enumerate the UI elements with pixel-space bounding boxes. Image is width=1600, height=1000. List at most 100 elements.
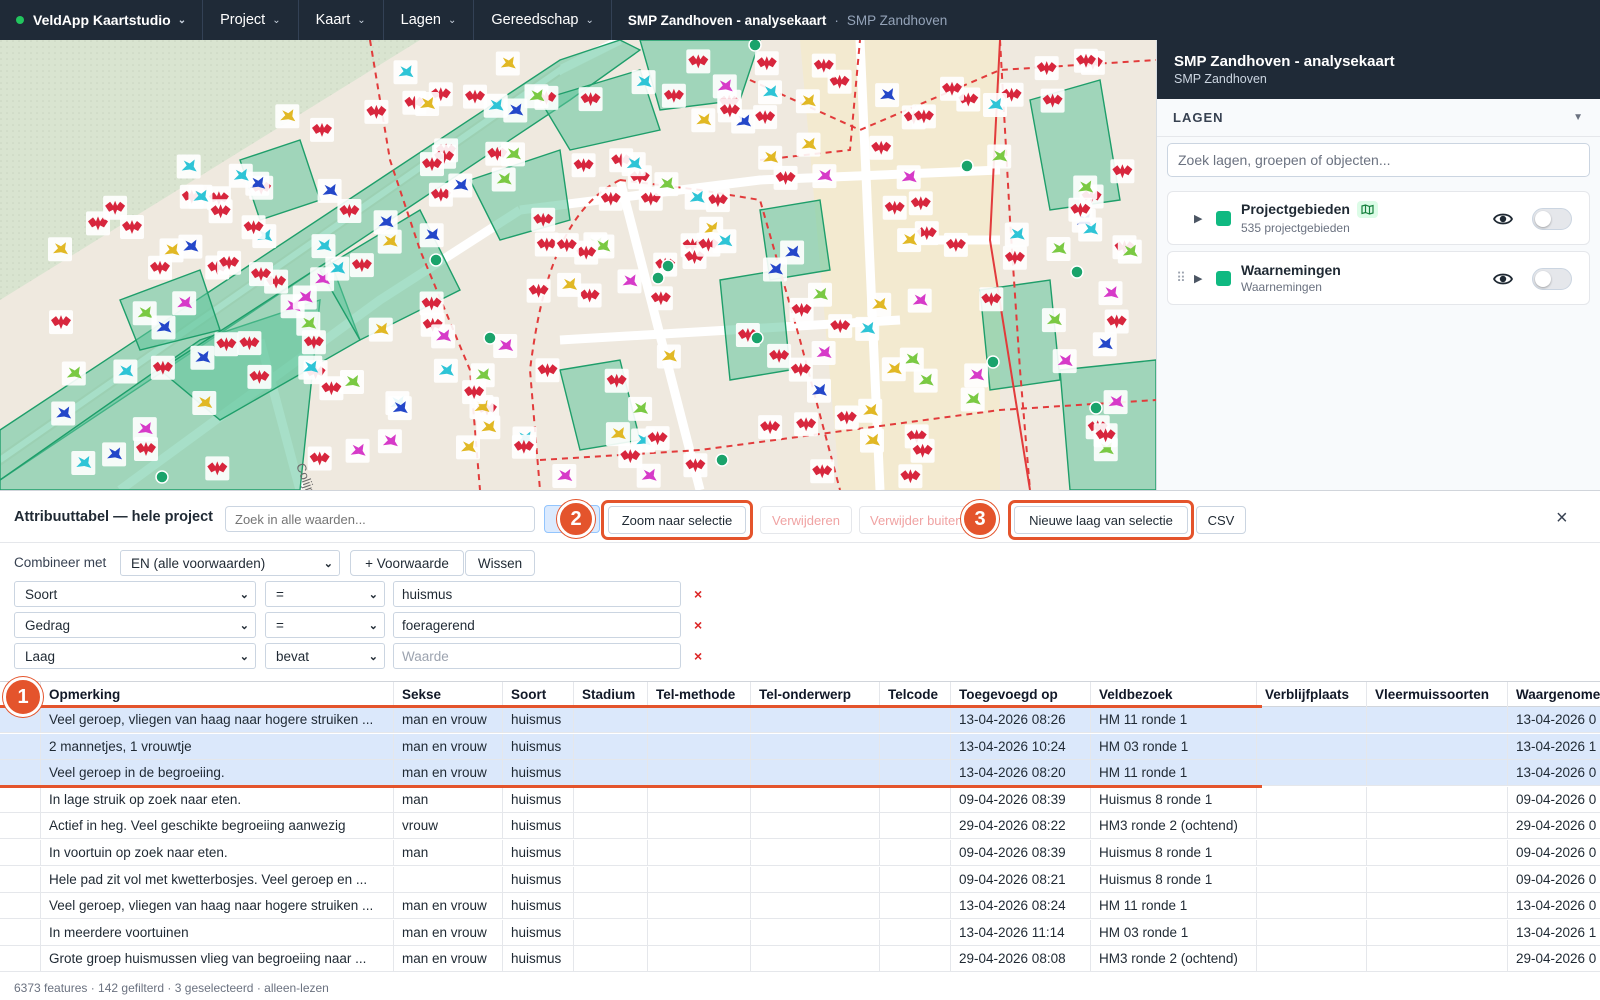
bat-marker-icon[interactable] <box>789 297 814 322</box>
table-row[interactable]: Grote groep huismussen vlieg van begroei… <box>0 946 1600 973</box>
bird-marker-icon[interactable] <box>71 451 96 475</box>
bat-marker-icon[interactable] <box>661 83 686 108</box>
bat-marker-icon[interactable] <box>979 287 1004 312</box>
layer-item-projectgebieden[interactable]: ▶ Projectgebieden 535 projectgebieden <box>1167 191 1590 245</box>
bird-marker-icon[interactable] <box>393 60 418 85</box>
table-row[interactable]: In voortuin op zoek naar eten. man huismus… <box>0 840 1600 866</box>
drag-handle-icon[interactable]: ⠿ <box>1168 270 1194 286</box>
filter-field-select[interactable]: Gedrag ⌄ <box>14 612 256 638</box>
bird-marker-icon[interactable] <box>192 391 217 415</box>
bird-marker-icon[interactable] <box>493 334 518 358</box>
bird-marker-icon[interactable] <box>298 355 323 380</box>
dot-marker-icon[interactable] <box>1070 265 1084 279</box>
bird-marker-icon[interactable] <box>113 359 138 384</box>
menu-lagen[interactable]: Lagen ⌄ <box>384 0 475 40</box>
bat-marker-icon[interactable] <box>150 355 175 380</box>
bird-marker-icon[interactable] <box>780 240 805 265</box>
filter-operator-select[interactable]: = ⌄ <box>265 581 385 607</box>
remove-condition-icon[interactable]: × <box>694 586 702 602</box>
bat-marker-icon[interactable] <box>148 255 172 280</box>
filter-operator-select[interactable]: bevat ⌄ <box>265 643 385 669</box>
combine-select[interactable]: EN (alle voorwaarden) ⌄ <box>120 550 340 576</box>
bat-marker-icon[interactable] <box>526 278 551 303</box>
expand-arrow-icon[interactable]: ▶ <box>1194 212 1210 225</box>
bird-marker-icon[interactable] <box>860 428 884 453</box>
bird-marker-icon[interactable] <box>1092 332 1117 357</box>
bird-marker-icon[interactable] <box>631 70 656 95</box>
bat-marker-icon[interactable] <box>319 376 344 401</box>
bird-marker-icon[interactable] <box>896 165 921 190</box>
table-row-selected[interactable]: Veel geroep in de begroeiing. man en vrou… <box>0 760 1600 787</box>
bird-marker-icon[interactable] <box>48 237 72 262</box>
bird-marker-icon[interactable] <box>605 422 630 447</box>
remove-condition-icon[interactable]: × <box>694 648 702 664</box>
dot-marker-icon[interactable] <box>155 470 169 484</box>
bat-marker-icon[interactable] <box>463 84 487 109</box>
bat-marker-icon[interactable] <box>834 405 859 430</box>
layers-section-header[interactable]: LAGEN ▼ <box>1157 99 1600 137</box>
bird-marker-icon[interactable] <box>1098 281 1123 306</box>
bat-marker-icon[interactable] <box>134 437 158 461</box>
bird-marker-icon[interactable] <box>811 341 836 365</box>
bird-marker-icon[interactable] <box>377 429 402 454</box>
dot-marker-icon[interactable] <box>750 331 764 345</box>
bird-marker-icon[interactable] <box>176 154 201 179</box>
bird-marker-icon[interactable] <box>858 398 883 423</box>
dot-marker-icon[interactable] <box>986 355 1000 369</box>
bat-marker-icon[interactable] <box>1002 245 1027 270</box>
bird-marker-icon[interactable] <box>758 145 783 170</box>
bat-marker-icon[interactable] <box>604 368 629 393</box>
bat-marker-icon[interactable] <box>717 98 742 123</box>
bird-marker-icon[interactable] <box>795 89 820 114</box>
bird-marker-icon[interactable] <box>875 83 900 108</box>
add-condition-button[interactable]: + Voorwaarde <box>350 550 464 576</box>
remove-condition-icon[interactable]: × <box>694 617 702 633</box>
bat-marker-icon[interactable] <box>310 117 334 142</box>
filter-value-input[interactable]: foeragerend <box>393 612 681 638</box>
bird-marker-icon[interactable] <box>907 288 932 313</box>
bat-marker-icon[interactable] <box>49 310 73 335</box>
map-svg[interactable]: Colijnstraat <box>0 40 1156 490</box>
bird-marker-icon[interactable] <box>172 291 197 316</box>
bird-marker-icon[interactable] <box>415 92 440 116</box>
layer-item-waarnemingen[interactable]: ⠿ ▶ Waarnemingen Waarnemingen <box>1167 251 1590 305</box>
bird-marker-icon[interactable] <box>275 104 300 129</box>
bird-marker-icon[interactable] <box>1052 349 1077 374</box>
dot-marker-icon[interactable] <box>960 159 974 173</box>
bat-marker-icon[interactable] <box>535 358 560 383</box>
filter-operator-select[interactable]: = ⌄ <box>265 612 385 638</box>
bat-marker-icon[interactable] <box>898 464 923 489</box>
bat-marker-icon[interactable] <box>217 250 242 275</box>
bat-marker-icon[interactable] <box>911 104 936 129</box>
table-row-selected[interactable]: Veel geroep, vliegen van haag naar hoger… <box>0 707 1600 733</box>
table-row[interactable]: Veel geroep, vliegen van haag naar hoger… <box>0 893 1600 920</box>
bat-marker-icon[interactable] <box>1110 159 1135 184</box>
bat-marker-icon[interactable] <box>754 51 779 76</box>
bat-marker-icon[interactable] <box>531 207 556 232</box>
bat-marker-icon[interactable] <box>648 286 673 311</box>
collapse-triangle-icon[interactable]: ▼ <box>1573 112 1584 123</box>
bird-marker-icon[interactable] <box>628 396 653 421</box>
bat-marker-icon[interactable] <box>1034 56 1059 81</box>
new-layer-from-selection-button[interactable]: Nieuwe laag van selectie <box>1014 506 1188 534</box>
bat-marker-icon[interactable] <box>645 426 670 451</box>
bird-marker-icon[interactable] <box>433 358 458 383</box>
clear-filters-button[interactable]: Wissen <box>465 550 535 576</box>
bird-marker-icon[interactable] <box>524 84 549 109</box>
bird-marker-icon[interactable] <box>812 164 837 189</box>
table-row-selected[interactable]: 2 mannetjes, 1 vrouwtje man en vrouw huism… <box>0 733 1600 760</box>
bat-marker-icon[interactable] <box>578 87 603 112</box>
bird-marker-icon[interactable] <box>758 80 782 105</box>
bat-marker-icon[interactable] <box>120 215 144 239</box>
bird-marker-icon[interactable] <box>684 185 709 210</box>
bird-marker-icon[interactable] <box>311 234 336 259</box>
bird-marker-icon[interactable] <box>151 315 176 340</box>
app-brand-menu[interactable]: VeldApp Kaartstudio ⌄ <box>0 0 204 40</box>
bird-marker-icon[interactable] <box>190 345 215 370</box>
bird-marker-icon[interactable] <box>102 442 127 467</box>
menu-project[interactable]: Project ⌄ <box>203 0 299 40</box>
bird-marker-icon[interactable] <box>1103 390 1128 415</box>
bird-marker-icon[interactable] <box>51 401 76 426</box>
bird-marker-icon[interactable] <box>476 415 501 440</box>
bat-marker-icon[interactable] <box>794 412 819 437</box>
